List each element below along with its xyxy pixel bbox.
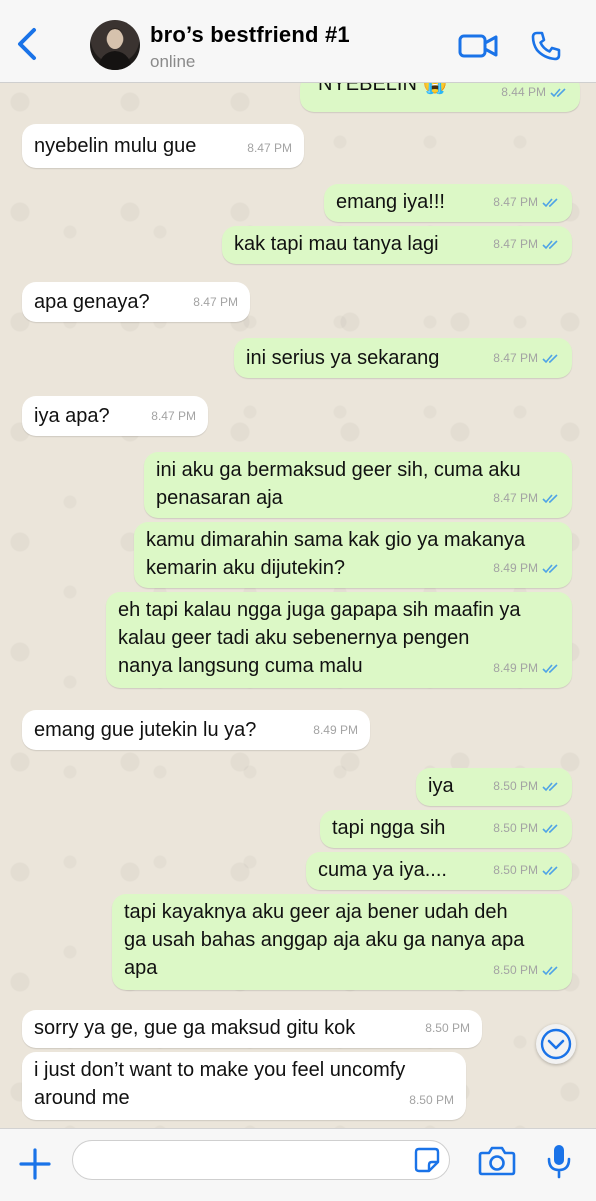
message-meta: 8.50 PM — [493, 856, 560, 884]
message-time: 8.47 PM — [493, 491, 538, 505]
message-meta: 8.47 PM — [493, 188, 560, 216]
read-ticks-icon — [542, 965, 558, 975]
message-text: kak tapi mau tanya lagi — [234, 233, 439, 255]
read-ticks-icon — [542, 493, 558, 503]
message-time: 8.47 PM — [493, 195, 538, 209]
message-bubble-incoming[interactable]: nyebelin mulu gue 8.47 PM — [22, 124, 304, 168]
scroll-down-button[interactable] — [536, 1024, 576, 1064]
avatar[interactable] — [90, 20, 140, 70]
message-text: eh tapi kalau ngga juga gapapa sih maafi… — [118, 599, 521, 677]
message-bubble-outgoing[interactable]: iya 8.50 PM — [416, 768, 572, 806]
message-text: sorry ya ge, gue ga maksud gitu kok — [34, 1017, 356, 1039]
message-bubble-outgoing[interactable]: cuma ya iya.... 8.50 PM — [306, 852, 572, 890]
message-time: 8.49 PM — [493, 561, 538, 575]
message-time: 8.47 PM — [247, 141, 292, 155]
message-text: emang gue jutekin lu ya? — [34, 719, 257, 741]
message-text: ini serius ya sekarang — [246, 347, 440, 369]
message-bubble-incoming[interactable]: iya apa? 8.47 PM — [22, 396, 208, 436]
message-time: 8.50 PM — [493, 779, 538, 793]
video-call-icon[interactable] — [458, 32, 498, 60]
message-time: 8.47 PM — [193, 295, 238, 309]
message-bubble-outgoing[interactable]: eh tapi kalau ngga juga gapapa sih maafi… — [106, 592, 572, 688]
message-bubble-outgoing[interactable]: tapi ngga sih 8.50 PM — [320, 810, 572, 848]
sticker-icon[interactable] — [414, 1147, 440, 1173]
message-time: 8.50 PM — [493, 963, 538, 977]
message-text: i just don’t want to make you feel uncom… — [34, 1059, 406, 1109]
message-meta: 8.50 PM — [409, 1086, 454, 1114]
message-time: 8.47 PM — [493, 351, 538, 365]
message-time: 8.49 PM — [313, 723, 358, 737]
back-icon[interactable] — [12, 26, 42, 62]
read-ticks-icon — [542, 781, 558, 791]
message-bubble-outgoing[interactable]: kak tapi mau tanya lagi 8.47 PM — [222, 226, 572, 264]
message-meta: 8.47 PM — [247, 134, 292, 162]
message-input[interactable] — [72, 1140, 450, 1180]
message-meta: 8.50 PM — [493, 772, 560, 800]
message-text: cuma ya iya.... — [318, 859, 447, 881]
message-meta: 8.44 PM — [501, 82, 568, 106]
message-meta: 8.49 PM — [493, 654, 560, 682]
message-meta: 8.50 PM — [493, 956, 560, 984]
message-meta: 8.47 PM — [493, 344, 560, 372]
read-ticks-icon — [542, 353, 558, 363]
message-time: 8.50 PM — [493, 821, 538, 835]
read-ticks-icon — [550, 87, 566, 97]
message-text: iya apa? — [34, 405, 110, 427]
message-bubble-outgoing[interactable]: emang iya!!! 8.47 PM — [324, 184, 572, 222]
message-bubble-incoming[interactable]: apa genaya? 8.47 PM — [22, 282, 250, 322]
message-bubble-incoming[interactable]: i just don’t want to make you feel uncom… — [22, 1052, 466, 1120]
message-meta: 8.47 PM — [193, 288, 238, 316]
message-text: tapi ngga sih — [332, 817, 446, 839]
read-ticks-icon — [542, 197, 558, 207]
message-meta: 8.49 PM — [313, 716, 358, 744]
message-text: kamu dimarahin sama kak gio ya makanya k… — [146, 529, 526, 579]
read-ticks-icon — [542, 563, 558, 573]
message-time: 8.47 PM — [493, 237, 538, 251]
message-time: 8.50 PM — [409, 1093, 454, 1107]
message-bubble-outgoing[interactable]: ini aku ga bermaksud geer sih, cuma aku … — [144, 452, 572, 518]
message-time: 8.50 PM — [425, 1021, 470, 1035]
composer-bar — [0, 1128, 596, 1201]
message-time: 8.49 PM — [493, 661, 538, 675]
message-text: iya — [428, 775, 454, 797]
message-text: tapi kayaknya aku geer aja bener udah de… — [124, 901, 525, 979]
message-meta: 8.47 PM — [151, 402, 196, 430]
avatar-image — [98, 28, 132, 70]
message-text: NYEBELIN 😭 — [318, 82, 448, 95]
read-ticks-icon — [542, 865, 558, 875]
chat-area[interactable]: NYEBELIN 😭 8.44 PM nyebelin mulu gue 8.4… — [0, 82, 596, 1128]
chat-header: bro’s bestfriend #1 online — [0, 0, 596, 83]
message-meta: 8.49 PM — [493, 554, 560, 582]
chevron-down-icon — [540, 1028, 572, 1060]
message-time: 8.47 PM — [151, 409, 196, 423]
message-meta: 8.47 PM — [493, 230, 560, 258]
message-bubble-outgoing[interactable]: NYEBELIN 😭 8.44 PM — [300, 82, 580, 112]
read-ticks-icon — [542, 823, 558, 833]
read-ticks-icon — [542, 663, 558, 673]
message-bubble-outgoing[interactable]: kamu dimarahin sama kak gio ya makanya k… — [134, 522, 572, 588]
message-text: ini aku ga bermaksud geer sih, cuma aku … — [156, 459, 521, 509]
microphone-icon[interactable] — [546, 1143, 572, 1179]
message-bubble-outgoing[interactable]: tapi kayaknya aku geer aja bener udah de… — [112, 894, 572, 990]
contact-status: online — [150, 52, 196, 71]
message-meta: 8.50 PM — [425, 1014, 470, 1042]
message-bubble-incoming[interactable]: emang gue jutekin lu ya? 8.49 PM — [22, 710, 370, 750]
message-text: nyebelin mulu gue — [34, 135, 197, 157]
message-bubble-outgoing[interactable]: ini serius ya sekarang 8.47 PM — [234, 338, 572, 378]
message-text: emang iya!!! — [336, 191, 445, 213]
phone-icon[interactable] — [530, 30, 562, 62]
camera-icon[interactable] — [478, 1145, 516, 1177]
plus-icon[interactable] — [18, 1147, 52, 1181]
contact-name[interactable]: bro’s bestfriend #1 — [150, 22, 350, 48]
message-meta: 8.47 PM — [493, 484, 560, 512]
message-text: apa genaya? — [34, 291, 150, 313]
read-ticks-icon — [542, 239, 558, 249]
message-time: 8.44 PM — [501, 85, 546, 99]
message-time: 8.50 PM — [493, 863, 538, 877]
message-meta: 8.50 PM — [493, 814, 560, 842]
message-bubble-incoming[interactable]: sorry ya ge, gue ga maksud gitu kok 8.50… — [22, 1010, 482, 1048]
